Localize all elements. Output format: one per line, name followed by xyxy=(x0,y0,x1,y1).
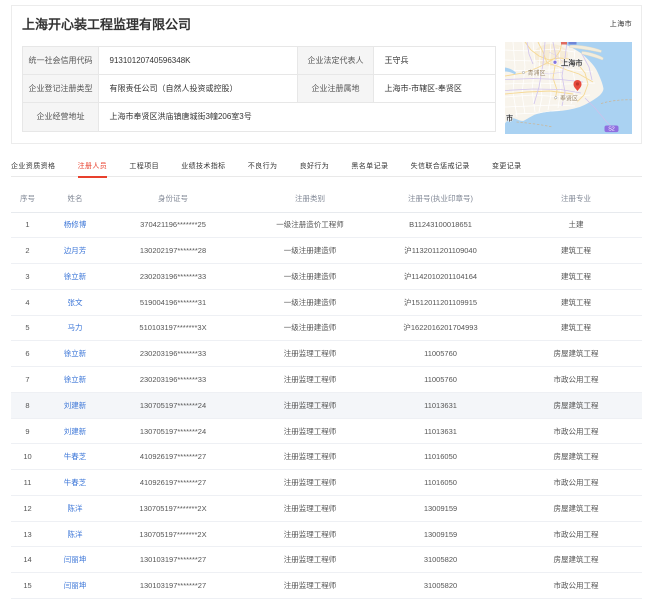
svg-text:市: 市 xyxy=(506,114,513,123)
svg-text:上海市: 上海市 xyxy=(561,59,583,68)
svg-text:S2: S2 xyxy=(608,127,615,133)
svg-text:青浦区: 青浦区 xyxy=(528,69,546,77)
svg-text:奉贤区: 奉贤区 xyxy=(560,95,578,103)
